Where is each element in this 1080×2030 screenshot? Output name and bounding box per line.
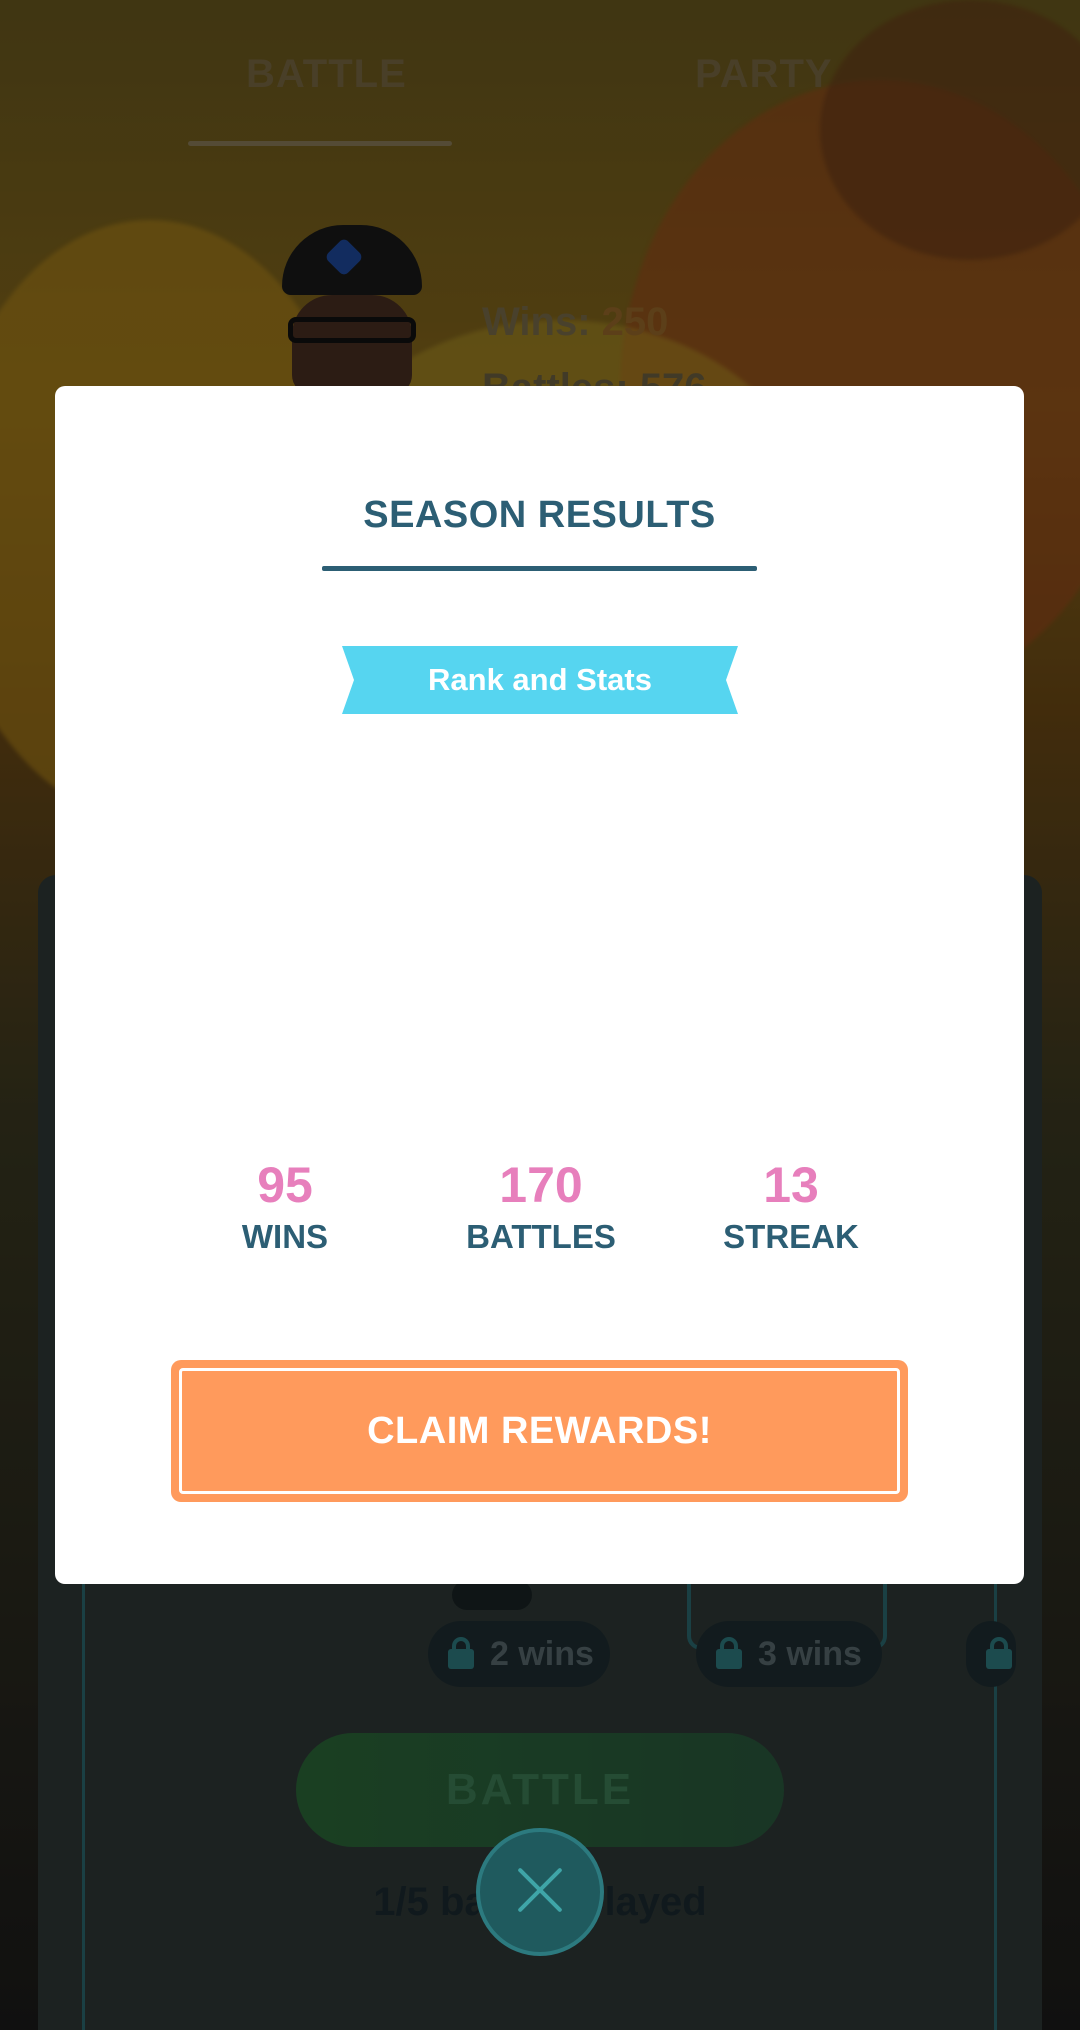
stat-value: 95 <box>257 1157 313 1213</box>
stat-value: 170 <box>499 1157 583 1213</box>
season-results-dialog: SEASON RESULTS Rank and Stats 95 WINS 17… <box>55 386 1024 1584</box>
claim-rewards-button[interactable]: CLAIM REWARDS! <box>171 1360 908 1502</box>
season-stats: 95 WINS 170 BATTLES 13 STREAK <box>55 1156 1024 1276</box>
stat-label: BATTLES <box>466 1218 616 1255</box>
stat-label: WINS <box>241 1218 329 1255</box>
stat-wins: 95 WINS <box>165 1156 405 1256</box>
stat-streak: 13 STREAK <box>671 1156 911 1256</box>
stat-value: 13 <box>763 1157 819 1213</box>
section-ribbon: Rank and Stats <box>342 646 738 714</box>
title-underline <box>322 566 757 571</box>
close-button[interactable] <box>476 1828 604 1956</box>
dialog-title: SEASON RESULTS <box>363 494 716 536</box>
claim-rewards-label: CLAIM REWARDS! <box>367 1410 712 1452</box>
stat-battles: 170 BATTLES <box>421 1156 661 1256</box>
ribbon-label: Rank and Stats <box>428 662 652 697</box>
stat-label: STREAK <box>723 1218 859 1255</box>
